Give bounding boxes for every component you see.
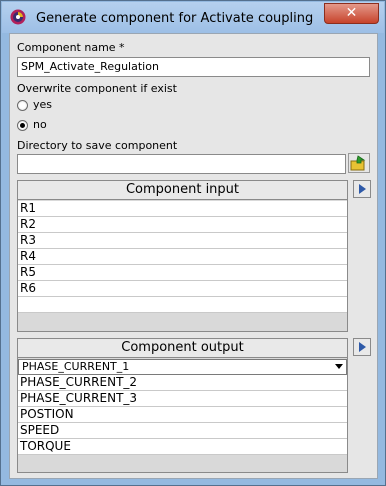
list-item[interactable]: PHASE_CURRENT_2 <box>18 375 347 391</box>
component-output-header: Component output <box>18 339 347 358</box>
output-select[interactable]: PHASE_CURRENT_1 <box>18 359 347 375</box>
list-item[interactable]: R3 <box>18 233 347 249</box>
list-item[interactable]: PHASE_CURRENT_3 <box>18 391 347 407</box>
output-select-value: PHASE_CURRENT_1 <box>22 360 130 373</box>
list-item[interactable]: R2 <box>18 217 347 233</box>
list-item[interactable]: TORQUE <box>18 439 347 455</box>
list-item[interactable]: POSTION <box>18 407 347 423</box>
component-input-header: Component input <box>18 181 347 200</box>
dialog-content: Component name * SPM_Activate_Regulation… <box>9 33 378 479</box>
close-icon: ✕ <box>345 5 358 21</box>
add-output-button[interactable] <box>353 338 371 356</box>
overwrite-yes-label: yes <box>33 98 53 111</box>
component-output-panel: Component output PHASE_CURRENT_1 PHASE_C… <box>17 338 348 473</box>
list-item[interactable]: SPEED <box>18 423 347 439</box>
overwrite-yes-radio[interactable] <box>17 100 28 111</box>
dialog-window: Generate component for Activate coupling… <box>0 0 386 486</box>
component-input-panel: Component input R1 R2 R3 R4 R5 R6 <box>17 180 348 332</box>
window-title: Generate component for Activate coupling <box>36 11 314 26</box>
list-item[interactable]: R4 <box>18 249 347 265</box>
empty-row[interactable] <box>18 297 347 313</box>
scilab-icon <box>10 9 26 25</box>
component-name-label: Component name * <box>17 41 125 54</box>
close-button[interactable]: ✕ <box>324 3 379 24</box>
list-item[interactable]: R6 <box>18 281 347 297</box>
directory-label: Directory to save component <box>17 139 178 152</box>
component-input-list: R1 R2 R3 R4 R5 R6 <box>18 201 347 313</box>
play-icon <box>359 342 366 352</box>
folder-arrow-icon <box>350 155 366 171</box>
list-item[interactable]: R5 <box>18 265 347 281</box>
list-item[interactable]: R1 <box>18 201 347 217</box>
component-output-list: PHASE_CURRENT_1 PHASE_CURRENT_2 PHASE_CU… <box>18 359 347 455</box>
overwrite-no-label: no <box>33 118 47 131</box>
chevron-down-icon[interactable] <box>335 364 343 369</box>
title-bar[interactable]: Generate component for Activate coupling… <box>2 2 384 33</box>
overwrite-no-radio[interactable] <box>17 120 28 131</box>
add-input-button[interactable] <box>353 180 371 198</box>
overwrite-label: Overwrite component if exist <box>17 82 177 95</box>
play-icon <box>359 184 366 194</box>
directory-input[interactable] <box>17 154 346 174</box>
browse-directory-button[interactable] <box>348 153 370 173</box>
component-name-input[interactable]: SPM_Activate_Regulation <box>17 57 370 77</box>
